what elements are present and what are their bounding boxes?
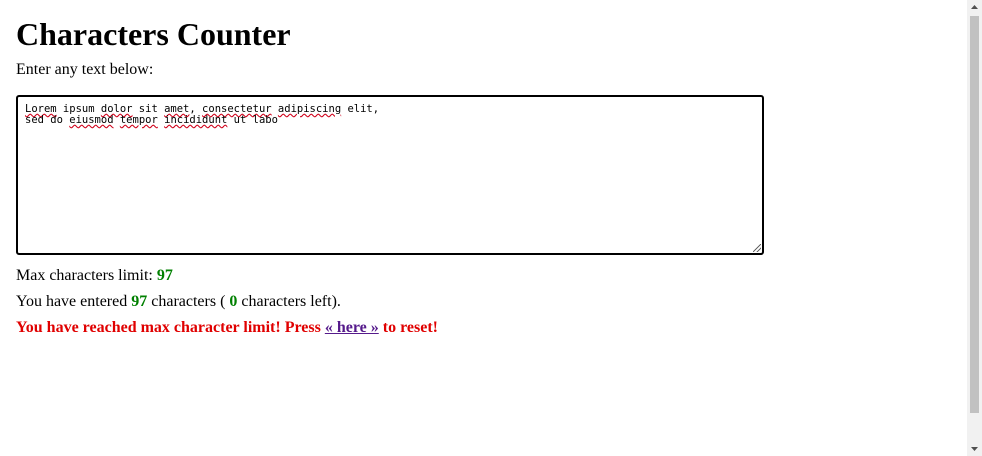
max-limit-value: 97 [156,267,173,284]
text-input-area[interactable]: Lorem ipsum dolor sit amet, consectetur … [16,95,764,255]
text-input-content[interactable]: Lorem ipsum dolor sit amet, consectetur … [25,104,755,126]
word: eiusmod [69,114,114,126]
word: sed do [25,114,70,126]
entered-middle: characters ( [151,293,226,310]
vertical-scrollbar[interactable] [967,0,982,456]
entered-suffix: characters left). [241,293,341,310]
page-title: Characters Counter [16,16,291,52]
word: ut labo [227,114,278,126]
resize-handle[interactable] [753,244,761,252]
warning-suffix: to reset! [382,319,438,336]
word: adipiscing [277,103,342,115]
reset-link[interactable]: « here » [325,319,379,336]
max-limit-label: Max characters limit: [16,267,153,284]
intro-text: Enter any text below: [16,61,154,78]
characters-left-count: 0 [229,293,238,310]
scrollbar-thumb[interactable] [970,16,979,413]
word: tempor [119,114,158,126]
word: elit, [341,103,380,115]
scroll-down-arrow-icon[interactable] [967,441,982,456]
warning-prefix: You have reached max character limit! Pr… [16,319,321,336]
word: incididunt [164,114,228,126]
limit-warning: You have reached max character limit! Pr… [16,318,438,338]
max-limit-line: Max characters limit: 97 [16,266,173,286]
scroll-up-arrow-icon[interactable] [967,0,982,15]
entered-count: 97 [131,293,148,310]
entered-count-line: You have entered 97 characters ( 0 chara… [16,292,341,312]
entered-prefix: You have entered [16,293,128,310]
